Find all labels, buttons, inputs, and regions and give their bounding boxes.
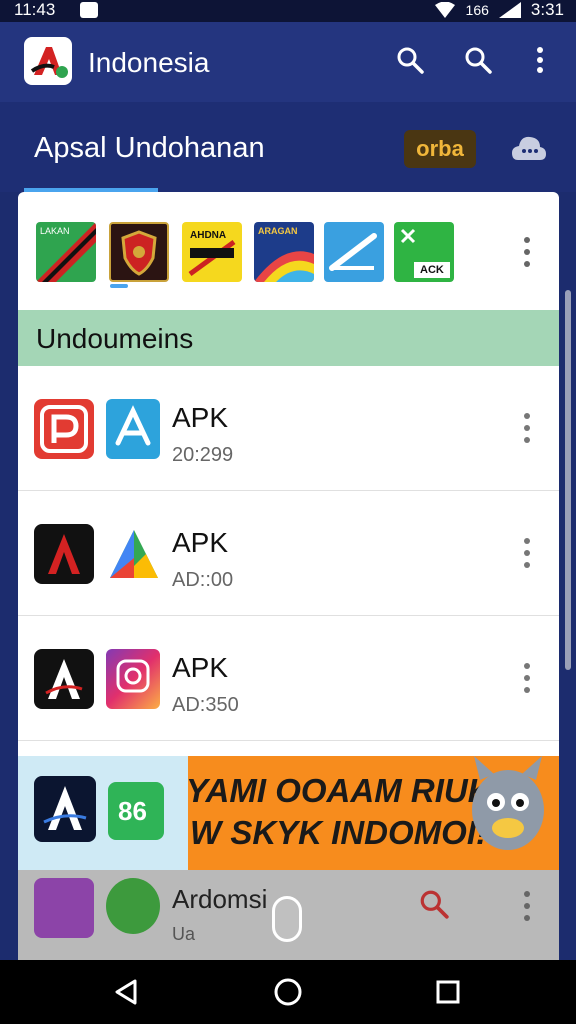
sub-header-title[interactable]: Apsal Undohanan	[34, 132, 265, 165]
more-vert-icon[interactable]	[515, 533, 539, 573]
icon-label: 86	[118, 796, 147, 826]
nav-bar	[0, 960, 576, 1024]
more-vert-icon[interactable]	[515, 658, 539, 698]
banner-line2: W SKYK INDOMOI!	[190, 814, 487, 851]
status-time: 11:43	[14, 0, 56, 19]
tile-label: LAKAN	[40, 226, 70, 236]
play-store-icon	[106, 524, 160, 584]
search-icon[interactable]	[460, 42, 496, 78]
list-item[interactable]: APK AD:350	[18, 616, 559, 741]
row-subtitle: AD::00	[172, 569, 234, 591]
battery-text: 3:31	[530, 0, 564, 19]
app-icon-purple	[34, 878, 94, 938]
status-bar: 11:43 166 3:31	[0, 0, 576, 22]
signal-label: 166	[465, 2, 489, 18]
section-title: Undoumeins	[36, 323, 194, 354]
app-tile-blue[interactable]	[324, 222, 384, 282]
more-vert-icon[interactable]	[515, 408, 539, 448]
app-icon-86: 86	[108, 782, 164, 840]
app-logo-icon[interactable]	[24, 37, 72, 85]
wifi-icon	[434, 2, 455, 18]
row-title: Ardomsi	[172, 884, 268, 914]
tile-label: ARAGAN	[258, 226, 298, 236]
row-title: APK	[172, 527, 229, 558]
recents-icon[interactable]	[428, 972, 468, 1012]
tile-label: ACK	[420, 264, 444, 276]
notification-icon	[80, 2, 98, 18]
row-subtitle: AD:350	[172, 694, 239, 716]
tile-label: AHDNA	[190, 230, 227, 241]
app-bar: Indonesia	[0, 22, 576, 102]
more-vert-icon[interactable]	[515, 232, 539, 272]
home-icon[interactable]	[268, 972, 308, 1012]
content-sheet: LAKAN AHDNA ARAGAN ACK Undoumeins APK 20…	[18, 192, 559, 960]
row-subtitle: 20:299	[172, 444, 234, 466]
more-vert-icon[interactable]	[522, 42, 558, 78]
app-tile-green-ack[interactable]: ACK	[394, 222, 454, 282]
more-vert-icon[interactable]	[515, 886, 539, 926]
row-title: APK	[172, 402, 229, 433]
app-icon-p	[34, 399, 94, 459]
app-icon-a-red	[34, 524, 94, 584]
section-header: Undoumeins	[18, 310, 559, 366]
promo-banner[interactable]: 86 YAMI OOAAM RIUKI W SKYK INDOMOI!	[18, 756, 559, 870]
instagram-icon	[106, 649, 160, 709]
app-store-icon	[106, 399, 160, 459]
mascot-icon	[472, 756, 544, 850]
attachment-icon[interactable]	[272, 896, 302, 942]
app-tile-shield[interactable]	[109, 222, 169, 282]
banner-line1: YAMI OOAAM RIUKI	[186, 772, 501, 809]
app-title: Indonesia	[88, 47, 210, 78]
app-tile-green[interactable]: LAKAN	[36, 222, 96, 282]
app-icon-a-white	[34, 649, 94, 709]
list-item[interactable]: APK AD::00	[18, 491, 559, 616]
app-icon-green-round	[106, 878, 160, 934]
sub-header: Apsal Undohanan	[0, 102, 576, 192]
cloud-icon[interactable]	[512, 134, 546, 164]
row-title: APK	[172, 652, 229, 683]
app-icon-strip: LAKAN AHDNA ARAGAN ACK	[18, 192, 559, 310]
app-icon-a-blue	[34, 776, 96, 842]
scrollbar[interactable]	[565, 290, 571, 670]
strip-indicator	[110, 284, 128, 288]
app-tile-yellow[interactable]: AHDNA	[182, 222, 242, 282]
list-item[interactable]: APK 20:299	[18, 366, 559, 491]
row-subtitle: Ua	[172, 924, 196, 944]
status-right: 166 3:31	[434, 0, 564, 20]
orba-badge[interactable]: orba	[404, 130, 476, 168]
back-icon[interactable]	[106, 972, 146, 1012]
app-tile-rainbow[interactable]: ARAGAN	[254, 222, 314, 282]
search-icon[interactable]	[418, 888, 450, 920]
search-icon[interactable]	[392, 42, 428, 78]
signal-icon	[498, 2, 521, 18]
